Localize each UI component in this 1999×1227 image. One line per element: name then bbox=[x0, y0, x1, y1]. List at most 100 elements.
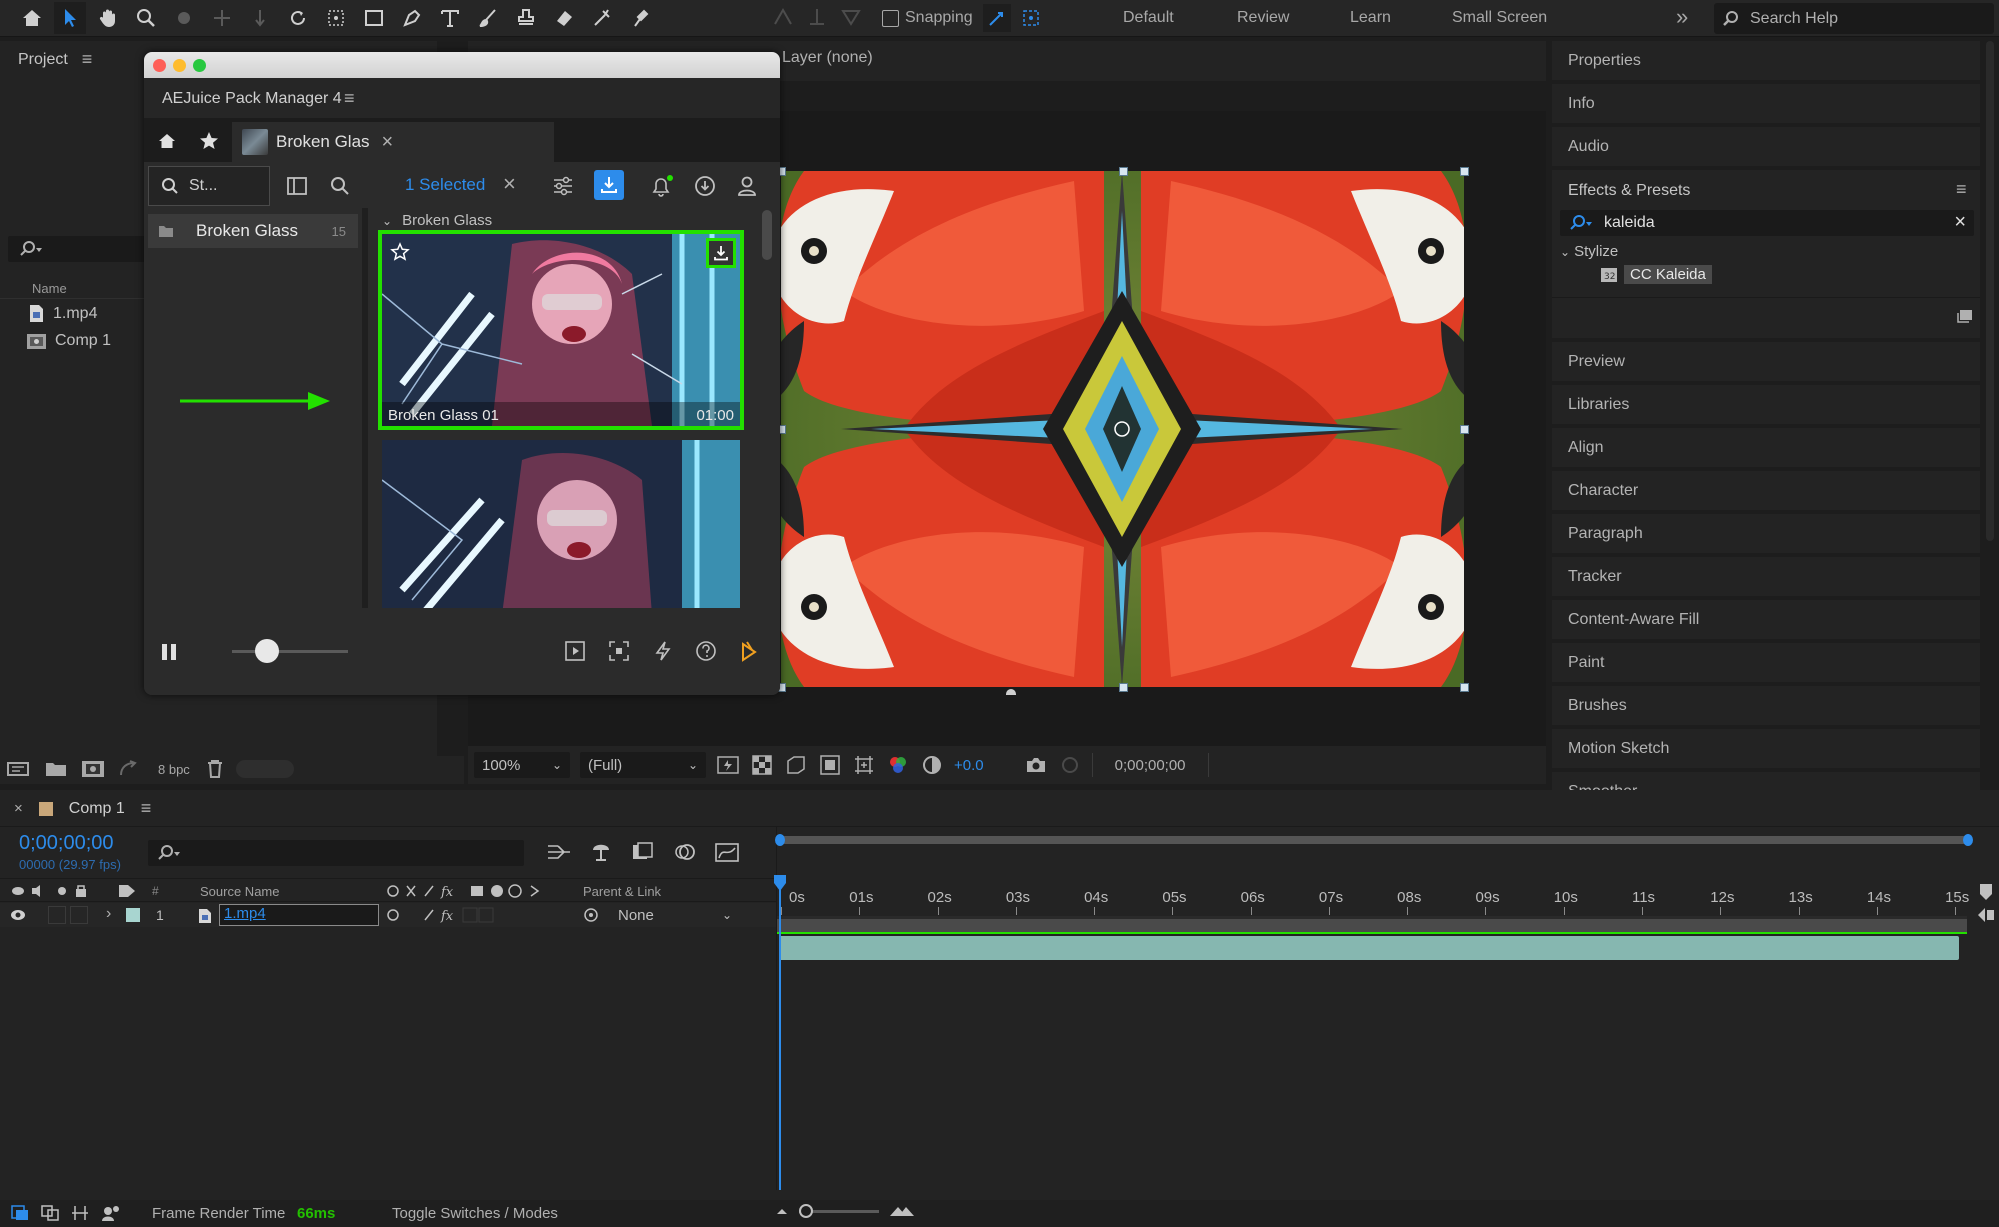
orbit-camera-icon[interactable] bbox=[168, 2, 200, 34]
transfer-controls-pane-icon[interactable] bbox=[40, 1204, 60, 1222]
workspace-learn[interactable]: Learn bbox=[1350, 9, 1391, 27]
workspace-review[interactable]: Review bbox=[1237, 9, 1289, 27]
content-scrollbar-thumb[interactable] bbox=[762, 210, 772, 260]
layer-switches[interactable]: fx bbox=[385, 907, 495, 923]
window-titlebar[interactable] bbox=[144, 52, 780, 78]
zoom-in-icon[interactable] bbox=[889, 1204, 915, 1218]
in-out-pane-icon[interactable] bbox=[70, 1204, 90, 1222]
snap-features-icon[interactable] bbox=[1017, 4, 1045, 32]
sidebar-item-broken-glass[interactable]: Broken Glass 15 bbox=[148, 214, 358, 248]
current-time-display[interactable]: 0;00;00;00 bbox=[19, 832, 114, 855]
zoom-dropdown[interactable]: 100% ⌄ bbox=[474, 752, 570, 778]
snapping-toggle[interactable]: Snapping bbox=[882, 9, 973, 27]
project-item[interactable]: 1.mp4 bbox=[28, 304, 97, 323]
transform-handle[interactable] bbox=[1460, 425, 1469, 434]
timeline-search-input[interactable] bbox=[148, 840, 524, 866]
project-settings-icon[interactable] bbox=[118, 759, 142, 779]
solo-switch[interactable] bbox=[48, 906, 66, 924]
local-axis-icon[interactable] bbox=[770, 4, 796, 30]
workspace-default[interactable]: Default bbox=[1123, 9, 1174, 27]
aejuice-logo-icon[interactable] bbox=[738, 640, 760, 662]
preview-player-icon[interactable] bbox=[564, 640, 586, 662]
panel-menu-icon[interactable]: ≡ bbox=[344, 88, 355, 109]
region-of-interest-icon[interactable] bbox=[818, 753, 842, 777]
project-panel-title[interactable]: Project bbox=[18, 51, 68, 69]
pick-whip-icon[interactable] bbox=[583, 907, 601, 923]
favorites-tab[interactable] bbox=[190, 122, 228, 160]
rectangle-tool-icon[interactable] bbox=[358, 2, 390, 34]
sidebar-toggle-icon[interactable] bbox=[286, 176, 308, 196]
effects-search-input[interactable]: kaleida × bbox=[1560, 210, 1974, 236]
new-folder-icon[interactable] bbox=[44, 759, 68, 779]
preset-card-selected[interactable]: Broken Glass 01 01:00 bbox=[378, 230, 744, 430]
draft-3d-icon[interactable] bbox=[588, 840, 614, 864]
effects-group-stylize[interactable]: ⌄ Stylize bbox=[1560, 243, 1618, 260]
snap-edges-icon[interactable] bbox=[983, 4, 1011, 32]
transform-handle[interactable] bbox=[1118, 683, 1128, 692]
toggle-switches-modes-button[interactable]: Toggle Switches / Modes bbox=[392, 1205, 558, 1222]
layer-panel-label[interactable]: Layer (none) bbox=[782, 49, 873, 67]
motion-blur-icon[interactable] bbox=[672, 840, 698, 864]
slider-thumb[interactable] bbox=[254, 639, 279, 663]
chevron-right-icon[interactable]: › bbox=[106, 905, 111, 923]
hand-tool-icon[interactable] bbox=[92, 2, 124, 34]
search-icon[interactable] bbox=[330, 176, 350, 196]
transparency-grid-icon[interactable] bbox=[750, 753, 774, 777]
brush-tool-icon[interactable] bbox=[472, 2, 504, 34]
interpret-footage-icon[interactable] bbox=[6, 759, 32, 779]
timeline-zoom-slider[interactable] bbox=[799, 1203, 879, 1218]
pan-camera-icon[interactable] bbox=[206, 2, 238, 34]
grid-guides-icon[interactable] bbox=[852, 753, 876, 777]
panel-brushes[interactable]: Brushes bbox=[1552, 686, 1980, 725]
zoom-tool-icon[interactable] bbox=[130, 2, 162, 34]
thumbnail-slider[interactable] bbox=[235, 760, 294, 778]
dolly-camera-icon[interactable] bbox=[244, 2, 276, 34]
render-time-pane-icon[interactable] bbox=[100, 1204, 120, 1222]
panel-info[interactable]: Info bbox=[1552, 84, 1980, 123]
workspace-small-screen[interactable]: Small Screen bbox=[1452, 9, 1547, 27]
eraser-tool-icon[interactable] bbox=[548, 2, 580, 34]
preview-speed-slider[interactable] bbox=[232, 639, 348, 663]
playhead-line[interactable] bbox=[779, 879, 781, 1190]
reset-exposure-icon[interactable] bbox=[920, 753, 944, 777]
right-scrollbar-thumb[interactable] bbox=[1986, 41, 1994, 541]
panel-libraries[interactable]: Libraries bbox=[1552, 385, 1980, 424]
timeline-tab[interactable]: × Comp 1 ≡ bbox=[14, 798, 151, 819]
clone-stamp-icon[interactable] bbox=[510, 2, 542, 34]
resolution-dropdown[interactable]: (Full) ⌄ bbox=[580, 752, 706, 778]
section-header[interactable]: ⌄ Broken Glass bbox=[382, 212, 492, 229]
mask-visibility-icon[interactable] bbox=[784, 753, 808, 777]
playhead-handle-icon[interactable] bbox=[772, 873, 788, 893]
right-scrollbar-track[interactable] bbox=[1982, 41, 1999, 784]
graph-editor-icon[interactable] bbox=[714, 840, 740, 864]
fit-frame-icon[interactable] bbox=[608, 640, 630, 662]
panel-paragraph[interactable]: Paragraph bbox=[1552, 514, 1980, 553]
transform-handle[interactable] bbox=[1118, 167, 1128, 176]
transform-handle[interactable] bbox=[1460, 683, 1469, 692]
user-account-icon[interactable] bbox=[736, 175, 758, 197]
column-name[interactable]: Name bbox=[32, 281, 67, 296]
type-tool-icon[interactable] bbox=[434, 2, 466, 34]
viewer-scroll-indicator[interactable] bbox=[1006, 689, 1016, 695]
time-navigator-bar[interactable] bbox=[779, 836, 1969, 844]
new-preset-icon[interactable] bbox=[1956, 308, 1974, 324]
close-window-button[interactable] bbox=[153, 59, 166, 72]
puppet-pin-icon[interactable] bbox=[624, 2, 656, 34]
panel-align[interactable]: Align bbox=[1552, 428, 1980, 467]
column-parent-link[interactable]: Parent & Link bbox=[583, 884, 661, 899]
maximize-window-button[interactable] bbox=[193, 59, 206, 72]
parent-dropdown[interactable]: None ⌄ bbox=[612, 905, 738, 925]
panel-character[interactable]: Character bbox=[1552, 471, 1980, 510]
composition-flowchart-icon[interactable] bbox=[546, 840, 572, 864]
time-navigator[interactable] bbox=[775, 827, 1973, 875]
table-row[interactable]: › 1 1.mp4 fx None ⌄ bbox=[0, 903, 776, 927]
panel-menu-icon[interactable]: ≡ bbox=[82, 49, 93, 70]
show-snapshot-icon[interactable] bbox=[1058, 753, 1082, 777]
world-axis-icon[interactable] bbox=[804, 4, 830, 30]
column-source-name[interactable]: Source Name bbox=[200, 884, 279, 899]
layer-duration-bar[interactable] bbox=[779, 936, 1959, 960]
favorite-star-icon[interactable] bbox=[390, 242, 410, 262]
column-index[interactable]: # bbox=[152, 884, 159, 898]
color-channels-icon[interactable] bbox=[886, 753, 910, 777]
layer-name-field[interactable]: 1.mp4 bbox=[219, 904, 379, 926]
